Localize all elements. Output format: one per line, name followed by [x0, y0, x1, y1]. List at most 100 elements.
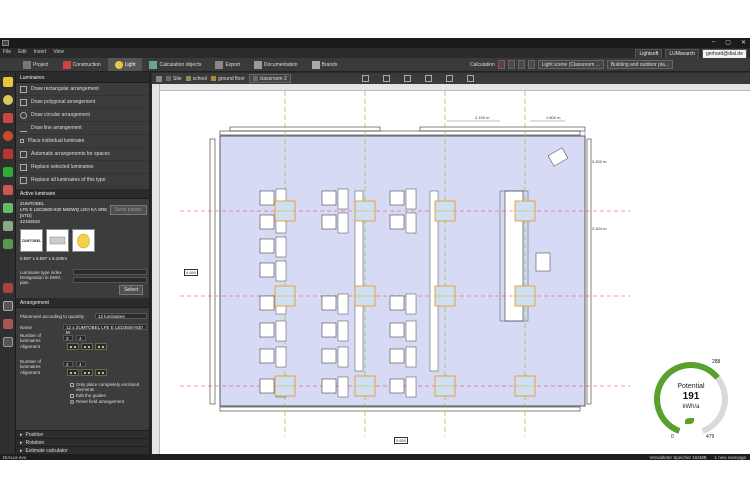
panel-scrollbar[interactable]: [149, 73, 151, 454]
luminaire-thumbnails: ZUMTOBEL: [16, 227, 151, 254]
menu-insert[interactable]: Insert: [34, 49, 47, 55]
select-tool-icon[interactable]: [3, 239, 13, 249]
tree-tool-icon[interactable]: [3, 167, 13, 177]
messages-status[interactable]: 1 new message: [714, 455, 746, 460]
plan-tool-icon[interactable]: [3, 301, 13, 311]
count-x2-input[interactable]: 2: [63, 361, 73, 367]
section-position[interactable]: ▸ Position: [16, 430, 151, 438]
minimize-button[interactable]: –: [712, 39, 715, 46]
chevron-right-icon: ▸: [20, 447, 23, 454]
tab-documentation[interactable]: Documentation: [247, 58, 305, 71]
rectangle-icon: [20, 85, 27, 93]
draw-rectangular-arrangement[interactable]: Draw rectangular arrangement: [16, 83, 151, 96]
breadcrumb-site[interactable]: Site: [166, 76, 182, 82]
student-chair: [389, 322, 405, 338]
calculation-label: Calculation: [470, 61, 495, 68]
count-y2-input[interactable]: 4: [76, 361, 86, 367]
breadcrumb-floor[interactable]: ground floor: [211, 76, 245, 82]
status-right: Verwalteter Speicher 162MB 1 new message: [649, 454, 746, 460]
type-index-input[interactable]: [73, 269, 147, 275]
student-desk: [337, 320, 349, 342]
pan-icon[interactable]: [467, 75, 474, 82]
gear-icon[interactable]: [527, 60, 535, 69]
light-scene-select[interactable]: Light scene (Classroom ...: [537, 60, 604, 69]
tab-light[interactable]: Light: [107, 58, 143, 71]
student-chair: [259, 214, 275, 230]
name-input[interactable]: 12 x ZUMTOBEL LFE E LED3600-830 M: [63, 324, 147, 335]
switch-tool-icon[interactable]: [3, 283, 13, 293]
bulb-tool-icon[interactable]: [3, 95, 13, 105]
align-even-button[interactable]: [95, 342, 107, 350]
section-estimate-calculator[interactable]: ▸ Estimate calculator: [16, 446, 151, 454]
count-x-input[interactable]: 3: [63, 335, 73, 341]
student-chair: [321, 295, 337, 311]
select-button[interactable]: Select: [119, 285, 143, 295]
count-y-input[interactable]: 4: [76, 335, 86, 341]
align-center-button[interactable]: [81, 342, 93, 350]
luminaire-tool-icon[interactable]: [3, 77, 13, 87]
place-individual-luminaire[interactable]: Place individual luminaire: [16, 135, 151, 148]
rotate-icon[interactable]: [446, 75, 453, 82]
window-controls: – ▢ ✕: [712, 39, 746, 46]
breadcrumb-school[interactable]: school: [185, 76, 207, 82]
close-button[interactable]: ✕: [741, 39, 746, 46]
option-reset-field[interactable]: Reset field arrangement: [16, 399, 151, 404]
tab-export[interactable]: Export: [208, 58, 246, 71]
dwg-input[interactable]: [73, 277, 147, 283]
daylight-tool-icon[interactable]: [3, 149, 13, 159]
guides-checkbox[interactable]: [70, 394, 74, 398]
calc-settings-button[interactable]: [517, 60, 525, 69]
dim-label-3: 3.200 m: [592, 159, 607, 164]
zoom-fit-icon[interactable]: [362, 75, 369, 82]
tab-brands[interactable]: Brands: [305, 58, 345, 71]
tab-calculation-objects[interactable]: Calculation objects: [142, 58, 208, 71]
move-icon[interactable]: [425, 75, 432, 82]
emergency-tool-icon[interactable]: [3, 113, 13, 123]
align-even-button-2[interactable]: [95, 368, 107, 376]
title-bar: – ▢ ✕: [0, 38, 750, 48]
maximize-button[interactable]: ▢: [725, 39, 731, 46]
placement-select[interactable]: 12 luminaires: [95, 313, 147, 319]
student-desk: [275, 346, 287, 368]
breadcrumb-room[interactable]: classroom 2: [248, 74, 291, 83]
draw-polygonal-arrangement[interactable]: Draw polygonal arrangement: [16, 96, 151, 109]
alignment-row-2: Alignment: [16, 368, 151, 376]
section-rotation[interactable]: ▸ Rotation: [16, 438, 151, 446]
gauge-min-label: 0: [671, 434, 674, 440]
align-center-button-2[interactable]: [81, 368, 93, 376]
replace-all-luminaires[interactable]: Replace all luminaires of this type: [16, 174, 151, 187]
home-icon[interactable]: [156, 75, 162, 82]
enclosed-checkbox[interactable]: [70, 383, 74, 387]
menu-view[interactable]: View: [53, 49, 64, 55]
settings-tool-icon[interactable]: [3, 337, 13, 347]
draw-circular-arrangement[interactable]: Draw circular arrangement: [16, 109, 151, 122]
option-edit-guides[interactable]: Edit the guides: [16, 393, 151, 398]
calc-start-button[interactable]: [497, 60, 505, 69]
send-plastic-button[interactable]: Send plastic: [109, 205, 147, 215]
gauge-value: 191: [682, 391, 700, 402]
dialux-app: – ▢ ✕ File Edit Insert View Lightsoft LU…: [0, 38, 750, 460]
sensor-tool-icon[interactable]: [3, 131, 13, 141]
automatic-arrangements[interactable]: Automatic arrangements for spaces: [16, 148, 151, 161]
menu-file[interactable]: File: [3, 49, 11, 55]
control-tool-icon[interactable]: [3, 319, 13, 329]
align-edge-button-2[interactable]: [67, 368, 79, 376]
draw-line-arrangement[interactable]: Draw line arrangement: [16, 122, 151, 135]
view-3d-icon[interactable]: [404, 75, 411, 82]
tab-construction[interactable]: Construction: [56, 58, 108, 71]
building-select[interactable]: Building and outdoor pla...: [606, 60, 673, 69]
align-edge-button[interactable]: [67, 342, 79, 350]
group-tool-icon[interactable]: [3, 203, 13, 213]
snap-icon[interactable]: [383, 75, 390, 82]
replace-icon: [20, 163, 27, 171]
calc-stop-button[interactable]: [507, 60, 515, 69]
dim-label-1: 2.100 m: [475, 115, 490, 120]
scene-tool-icon[interactable]: [3, 221, 13, 231]
wrench-tool-icon[interactable]: [3, 185, 13, 195]
tool-strip: [0, 73, 16, 454]
option-enclosed[interactable]: Only place completely enclosed elements: [16, 382, 151, 392]
tab-project[interactable]: Project: [16, 58, 56, 71]
menu-edit[interactable]: Edit: [18, 49, 27, 55]
replace-selected-luminaires[interactable]: Replace selected luminaires: [16, 161, 151, 174]
student-desk: [337, 212, 349, 234]
